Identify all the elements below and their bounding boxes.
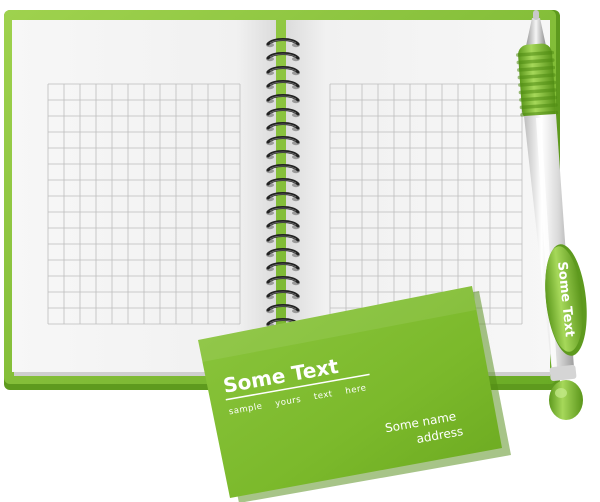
left-page	[12, 20, 276, 376]
notebook-illustration: Some Text Some Text sample yours text he…	[4, 10, 587, 502]
pen-cap	[549, 364, 583, 420]
pen-grip	[516, 43, 559, 121]
